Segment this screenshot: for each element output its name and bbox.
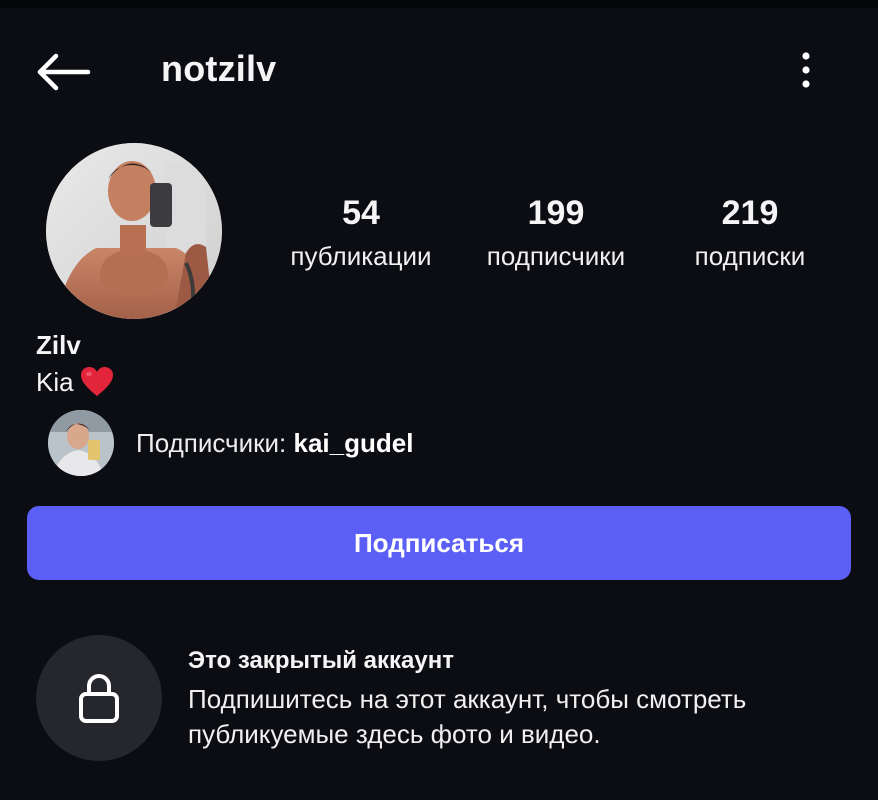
private-lock-badge <box>36 635 162 761</box>
heart-icon <box>80 366 114 398</box>
private-account-title: Это закрытый аккаунт <box>188 647 454 674</box>
status-bar <box>0 0 878 8</box>
followed-by-username[interactable]: kai_gudel <box>293 428 413 458</box>
more-vertical-icon <box>802 52 810 88</box>
followed-by-text: Подписчики: kai_gudel <box>136 428 413 459</box>
follow-button-label: Подписаться <box>353 527 524 558</box>
following-count: 219 <box>721 194 779 232</box>
followers-label: подписчики <box>486 241 626 271</box>
posts-label: публикации <box>290 241 432 271</box>
lock-icon <box>79 674 119 723</box>
arrow-left-icon <box>37 53 91 91</box>
profile-photo <box>46 143 222 319</box>
posts-count: 54 <box>342 194 380 232</box>
more-options-button[interactable] <box>790 46 822 94</box>
profile-page: notzilv 54 публикации 199 подписчики 219… <box>0 0 878 800</box>
followers-stat[interactable]: 199 подписчики <box>461 193 651 273</box>
back-button[interactable] <box>32 50 92 94</box>
private-account-description: Подпишитесь на этот аккаунт, чтобы смотр… <box>188 684 747 749</box>
bio: Kia <box>36 366 114 398</box>
posts-stat[interactable]: 54 публикации <box>266 193 456 273</box>
following-label: подписки <box>694 241 806 271</box>
followers-count: 199 <box>527 194 585 232</box>
following-stat[interactable]: 219 подписки <box>655 193 845 273</box>
profile-avatar[interactable] <box>46 143 222 319</box>
display-name: Zilv <box>36 330 81 360</box>
bio-text: Kia <box>36 366 74 397</box>
followed-by-prefix: Подписчики: <box>136 427 294 458</box>
followed-by-row[interactable]: Подписчики: kai_gudel <box>48 408 413 478</box>
profile-username: notzilv <box>161 48 277 89</box>
follow-button[interactable]: Подписаться <box>27 506 851 580</box>
follower-avatar <box>48 410 114 476</box>
